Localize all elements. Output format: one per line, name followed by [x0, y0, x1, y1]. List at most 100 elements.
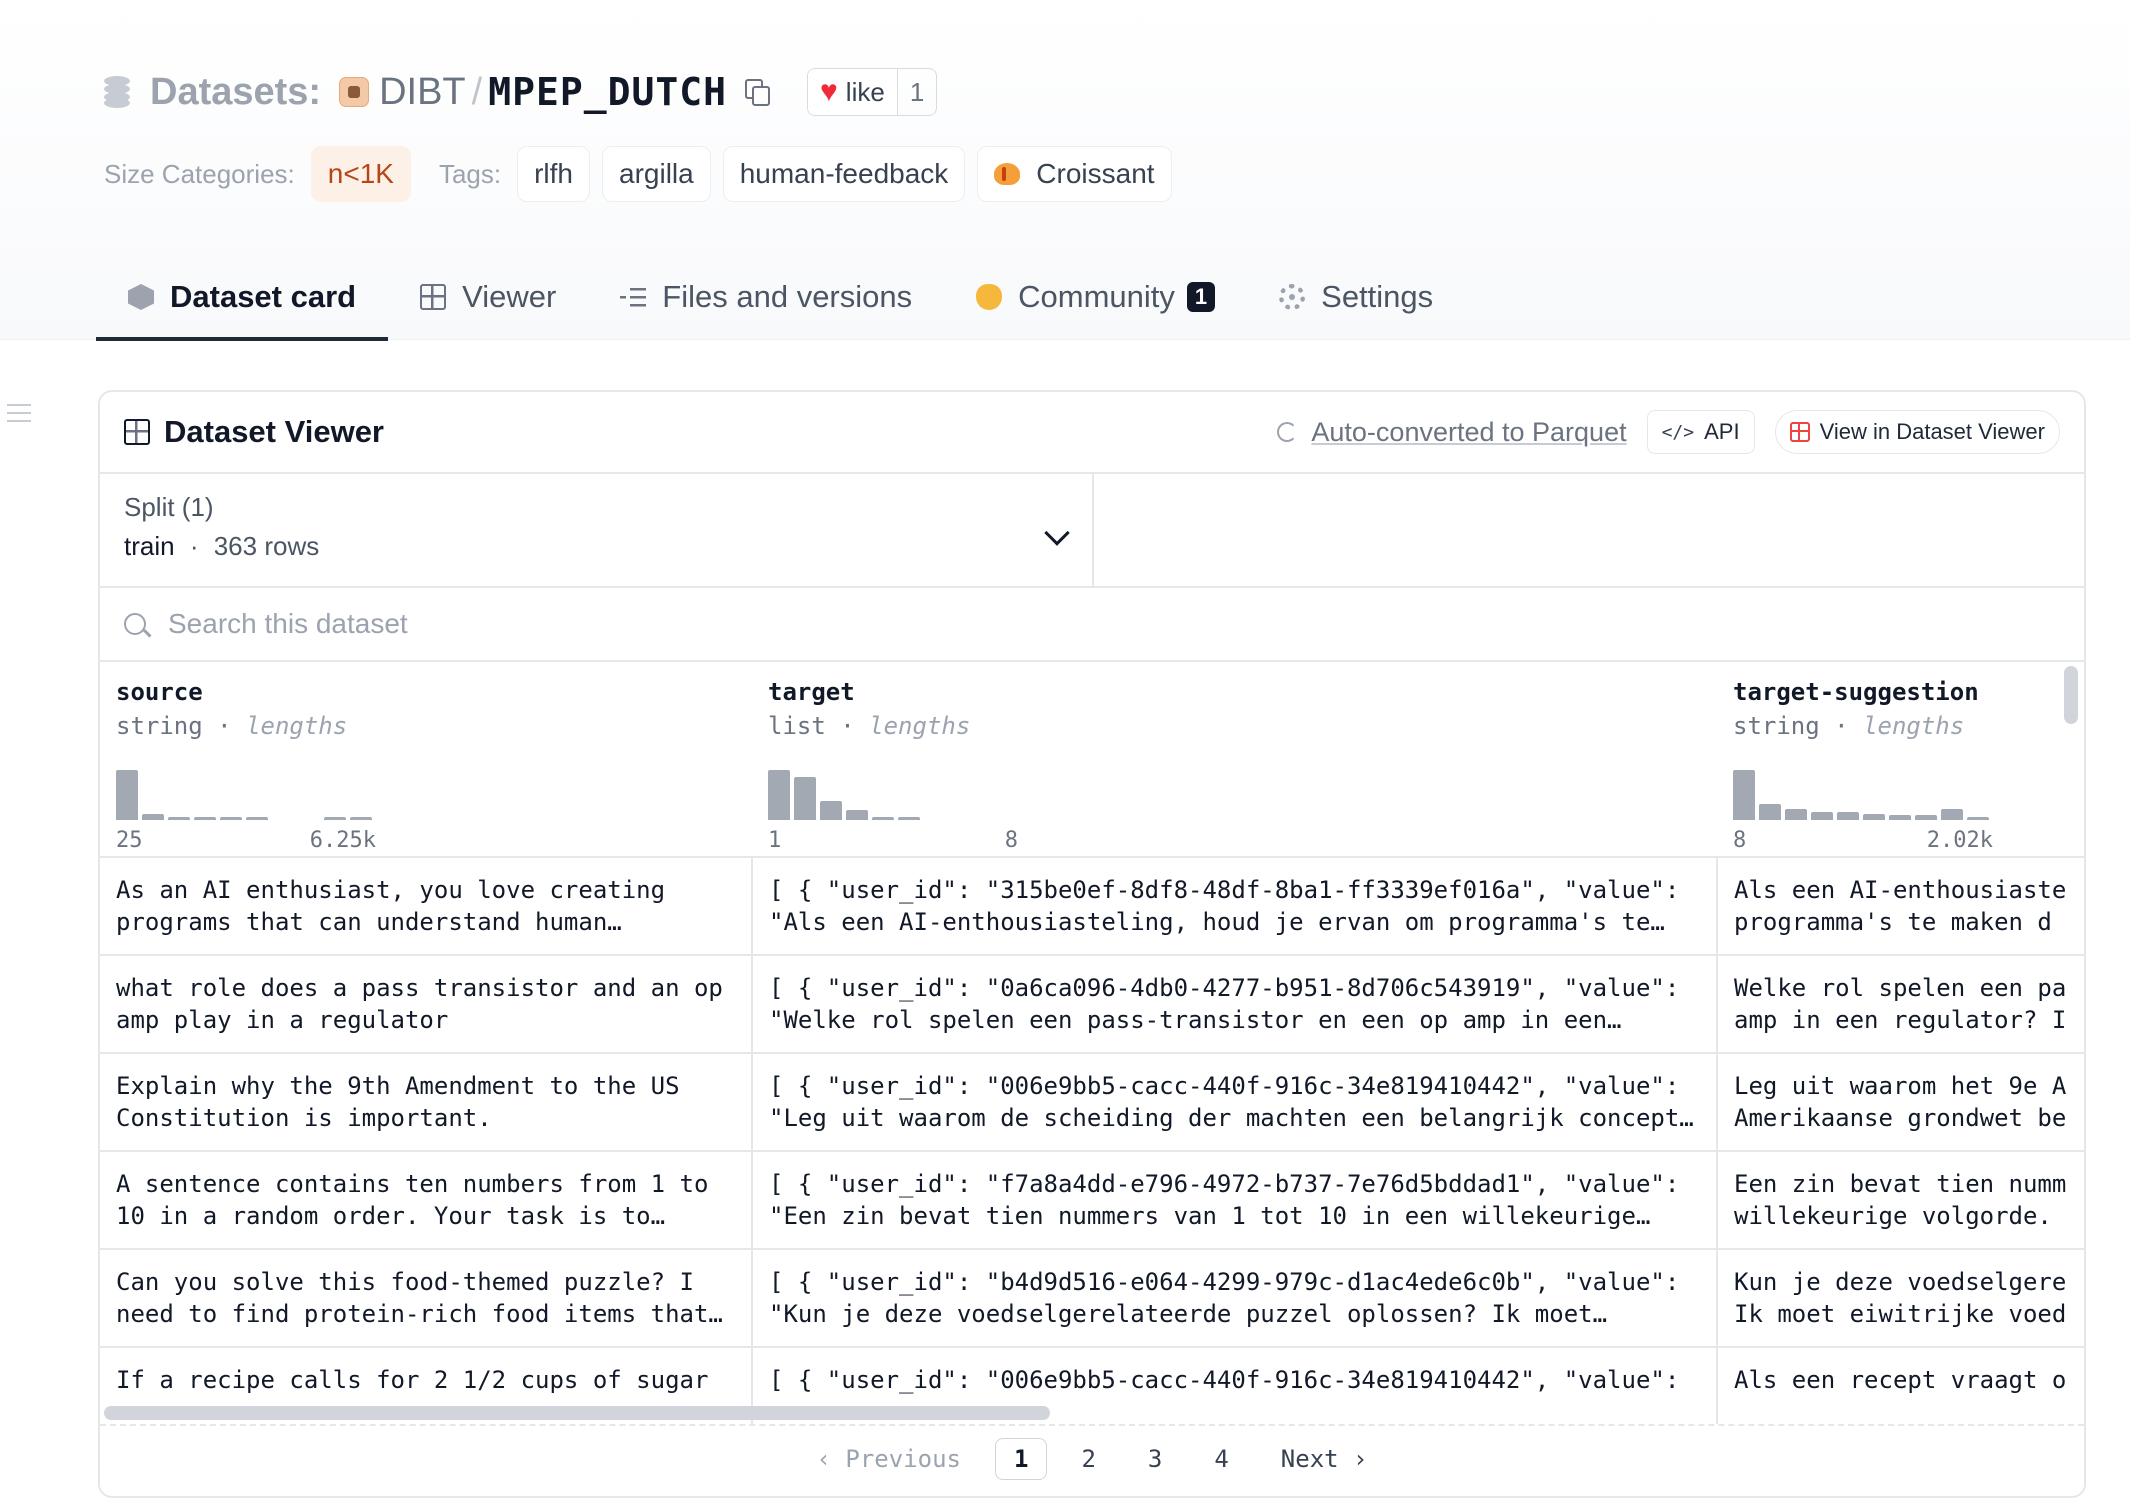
page-3-button[interactable]: 3: [1130, 1439, 1180, 1479]
tab-files-and-versions[interactable]: Files and versions: [588, 254, 944, 340]
column-name: target-suggestion: [1733, 678, 1979, 706]
tab-community[interactable]: Community 1: [944, 254, 1247, 340]
cell-line: Kun je deze voedselgere: [1734, 1268, 2067, 1296]
cell-target[interactable]: [ { "user_id": "006e9bb5-cacc-440f-916c-…: [752, 1053, 1718, 1152]
column-header-target-suggestion[interactable]: target-suggestion string · lengths 8 2.02…: [1717, 662, 2084, 858]
hand-icon: [976, 284, 1003, 310]
histogram-bar: [794, 777, 816, 820]
page-2-button[interactable]: 2: [1063, 1439, 1113, 1479]
cell-line: "Leg uit waarom de scheiding der machten…: [769, 1104, 1694, 1132]
size-tag[interactable]: n<1K: [310, 146, 411, 202]
tag-argilla[interactable]: argilla: [602, 146, 711, 202]
code-icon: </>: [1661, 421, 1695, 443]
cell-target[interactable]: [ { "user_id": "0a6ca096-4db0-4277-b951-…: [752, 955, 1718, 1054]
view-in-dataset-viewer-button[interactable]: View in Dataset Viewer: [1774, 410, 2060, 454]
tag-croissant[interactable]: Croissant: [977, 146, 1172, 202]
cell-line: Explain why the 9th Amendment to the US: [116, 1072, 680, 1100]
cell-line: need to find protein-rich food items tha…: [116, 1300, 723, 1328]
cell-source[interactable]: A sentence contains ten numbers from 1 t…: [100, 1151, 753, 1250]
cell-target-suggestion[interactable]: Kun je deze voedselgere Ik moet eiwitrijk…: [1717, 1249, 2084, 1348]
histogram-range: 8 2.02k: [1733, 828, 1993, 853]
histogram-bar: [168, 817, 190, 820]
tab-dataset-card[interactable]: Dataset card: [96, 254, 389, 341]
histogram-range: 25 6.25k: [116, 828, 376, 853]
page-4-button[interactable]: 4: [1196, 1439, 1246, 1479]
tag-rlfh[interactable]: rlfh: [517, 146, 590, 202]
table-row[interactable]: Explain why the 9th Amendment to the US C…: [100, 1053, 2084, 1152]
histogram-bar: [1759, 804, 1781, 820]
datasets-label[interactable]: Datasets:: [150, 71, 321, 114]
like-button[interactable]: ♥ like: [807, 69, 897, 115]
cell-source[interactable]: Explain why the 9th Amendment to the US C…: [100, 1053, 753, 1152]
cell-line: If a recipe calls for 2 1/2 cups of suga…: [116, 1366, 709, 1394]
cell-source[interactable]: what role does a pass transistor and an …: [100, 955, 753, 1054]
toc-menu-icon[interactable]: [7, 404, 31, 422]
community-badge: 1: [1186, 282, 1216, 312]
cell-target-suggestion[interactable]: Leg uit waarom het 9e A Amerikaanse grond…: [1717, 1053, 2084, 1152]
table-row[interactable]: As an AI enthusiast, you love creating pr…: [100, 857, 2084, 956]
croissant-icon: [994, 163, 1021, 185]
vertical-scrollbar[interactable]: [2064, 666, 2078, 724]
split-value: train · 363 rows: [124, 531, 1068, 562]
histogram-bar: [1811, 812, 1833, 820]
api-button[interactable]: </> API: [1646, 410, 1755, 454]
parquet-link[interactable]: Auto-converted to Parquet: [1277, 417, 1627, 448]
column-header-source[interactable]: source string · lengths 25 6.25k: [100, 662, 752, 858]
tag-human-feedback[interactable]: human-feedback: [722, 146, 966, 202]
cell-line: Constitution is important.: [116, 1104, 492, 1132]
previous-page-button[interactable]: ‹ Previous: [798, 1439, 979, 1479]
cube-icon: [128, 284, 154, 310]
histogram-bar: [1785, 809, 1807, 820]
column-type: string · lengths: [1733, 712, 1965, 740]
org-avatar: [339, 77, 370, 107]
cell-target-suggestion[interactable]: Als een recept vraagt o: [1717, 1347, 2084, 1424]
repo-name-link[interactable]: MPEP_DUTCH: [488, 70, 727, 114]
cell-line: [ { "user_id": "315be0ef-8df8-48df-8ba1-…: [769, 876, 1680, 904]
tab-viewer[interactable]: Viewer: [388, 254, 588, 340]
column-name: source: [116, 678, 203, 706]
cell-source[interactable]: Can you solve this food-themed puzzle? I…: [100, 1249, 753, 1348]
tab-settings[interactable]: Settings: [1247, 254, 1465, 340]
histogram-bar: [194, 817, 216, 820]
cell-line: Can you solve this food-themed puzzle? I: [116, 1268, 694, 1296]
grid-icon: [124, 419, 150, 445]
cell-target[interactable]: [ { "user_id": "f7a8a4dd-e796-4972-b737-…: [752, 1151, 1718, 1250]
cell-target-suggestion[interactable]: Een zin bevat tien numm willekeurige volg…: [1717, 1151, 2084, 1250]
data-table-wrap: source string · lengths 25 6.25k target l…: [100, 662, 2084, 1424]
tab-label: Settings: [1321, 279, 1434, 314]
cell-target[interactable]: [ { "user_id": "b4d9d516-e064-4299-979c-…: [752, 1249, 1718, 1348]
table-header-row: source string · lengths 25 6.25k target l…: [100, 662, 2084, 858]
table-row[interactable]: what role does a pass transistor and an …: [100, 955, 2084, 1054]
grid-icon: [1789, 422, 1810, 442]
cell-source[interactable]: As an AI enthusiast, you love creating pr…: [100, 857, 753, 956]
histogram-bar: [1941, 809, 1963, 820]
like-count[interactable]: 1: [896, 69, 936, 115]
histogram-bar: [324, 817, 346, 820]
viewer-header: Dataset Viewer Auto-converted to Parquet…: [100, 392, 2084, 474]
cell-line: Een zin bevat tien numm: [1734, 1170, 2067, 1198]
cell-line: Welke rol spelen een pa: [1734, 974, 2067, 1002]
next-page-button[interactable]: Next ›: [1263, 1439, 1386, 1479]
split-select[interactable]: Split (1) train · 363 rows: [100, 474, 1094, 586]
copy-icon[interactable]: [743, 77, 773, 107]
histogram-bar: [846, 810, 868, 820]
histogram: [1733, 766, 2084, 820]
histogram-bar: [768, 770, 790, 820]
org-name-link[interactable]: DIBT: [379, 71, 466, 114]
cell-line: [ { "user_id": "0a6ca096-4db0-4277-b951-…: [769, 974, 1680, 1002]
cell-target[interactable]: [ { "user_id": "315be0ef-8df8-48df-8ba1-…: [752, 857, 1718, 956]
table-row[interactable]: A sentence contains ten numbers from 1 t…: [100, 1151, 2084, 1250]
horizontal-scrollbar[interactable]: [104, 1406, 1050, 1420]
page-1-button[interactable]: 1: [994, 1438, 1048, 1480]
cell-target-suggestion[interactable]: Welke rol spelen een pa amp in een regula…: [1717, 955, 2084, 1054]
heart-icon: ♥: [819, 75, 838, 108]
cell-target-suggestion[interactable]: Als een AI-enthousiaste programma's te ma…: [1717, 857, 2084, 956]
cell-line: Als een recept vraagt o: [1734, 1366, 2067, 1394]
tags-row: Size Categories: n<1K Tags: rlfh argilla…: [104, 146, 1184, 202]
view-label: View in Dataset Viewer: [1819, 419, 2045, 444]
column-header-target[interactable]: target list · lengths 18: [752, 662, 1717, 858]
histogram-bar: [898, 817, 920, 820]
table-row[interactable]: Can you solve this food-themed puzzle? I…: [100, 1249, 2084, 1348]
cell-line: "Kun je deze voedselgerelateerde puzzel …: [769, 1300, 1608, 1328]
search-input[interactable]: [168, 608, 1068, 640]
